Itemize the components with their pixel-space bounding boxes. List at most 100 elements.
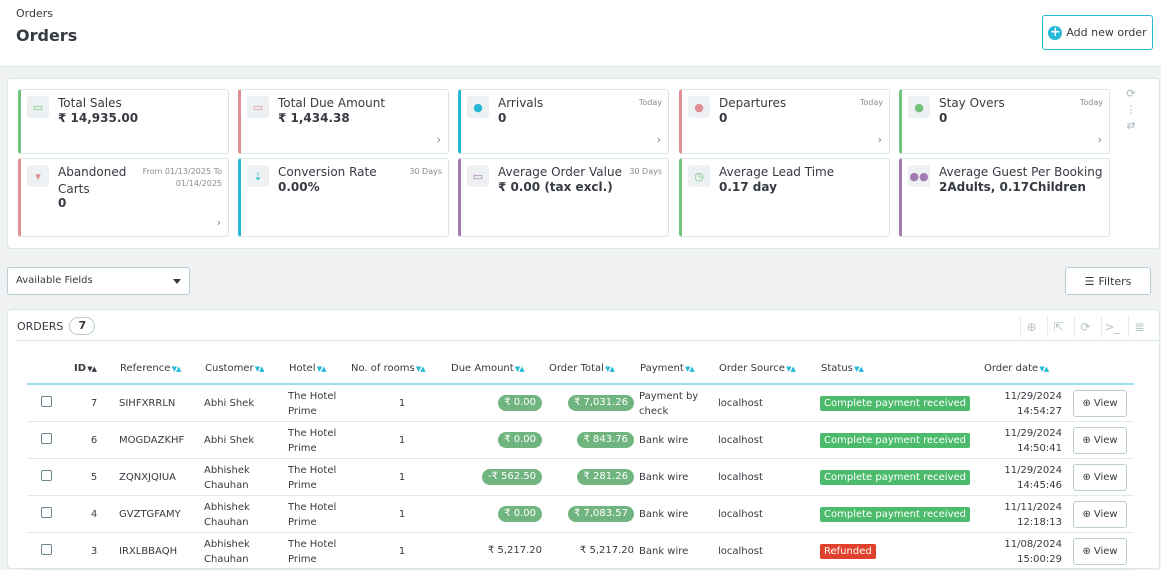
order-source: localhost <box>718 546 763 557</box>
chevron-right-icon[interactable]: › <box>878 133 882 146</box>
refresh-icon[interactable]: ⟳ <box>1123 86 1139 102</box>
add-new-order-button[interactable]: + Add new order <box>1042 15 1153 50</box>
row-checkbox[interactable] <box>41 470 52 481</box>
column-header-rooms[interactable]: No. of rooms ▼▲ <box>351 363 426 374</box>
table-row[interactable]: 4 GVZTGFAMY Abhishek Chauhan The Hotel Prim… <box>27 496 1134 533</box>
view-order-button[interactable]: ⊕ View <box>1073 390 1127 417</box>
due-amount: ₹ 0.00 <box>447 506 542 522</box>
due-amount-value: ₹ 5,217.20 <box>487 545 542 556</box>
chevron-right-icon[interactable]: › <box>657 133 661 146</box>
sort-arrows-icon[interactable]: ▼▲ <box>1038 365 1049 373</box>
export-icon[interactable]: ⇱ <box>1047 317 1069 337</box>
table-row[interactable]: 7 SIHFXRRLN Abhi Shek The Hotel Prime 1 ₹ 0.0… <box>27 385 1134 422</box>
order-source: localhost <box>718 472 763 483</box>
zoom-in-icon: ⊕ <box>1082 472 1091 483</box>
sort-icon: ⇣ <box>247 165 269 187</box>
column-label: No. of rooms <box>351 363 415 374</box>
column-header-id[interactable]: ID ▼▲ <box>74 363 97 374</box>
refresh-list-icon[interactable]: ⟳ <box>1074 317 1096 337</box>
chevron-right-icon[interactable]: › <box>437 133 441 146</box>
column-label: Reference <box>120 363 171 374</box>
chevron-right-icon[interactable]: › <box>217 216 221 229</box>
order-time: 14:50:41 <box>1017 443 1062 454</box>
order-source: localhost <box>718 435 763 446</box>
column-header-order-date[interactable]: Order date ▼▲ <box>984 363 1049 374</box>
kpi-card[interactable]: ● Departures 0 Today › <box>679 89 890 154</box>
cart-icon: ▾ <box>27 165 49 187</box>
column-label: Due Amount <box>451 363 514 374</box>
column-header-reference[interactable]: Reference ▼▲ <box>120 363 182 374</box>
hotel-name: The Hotel Prime <box>288 428 337 454</box>
order-total-value: ₹ 5,217.20 <box>579 545 634 556</box>
add-new-order-label: Add new order <box>1066 26 1147 39</box>
hotel-name: The Hotel Prime <box>288 391 337 417</box>
database-icon[interactable]: ≣ <box>1128 317 1150 337</box>
kpi-card[interactable]: ▾ Abandoned Carts 0 From 01/13/2025 To 01/1… <box>18 158 229 237</box>
column-header-hotel[interactable]: Hotel ▼▲ <box>289 363 327 374</box>
column-header-payment[interactable]: Payment ▼▲ <box>640 363 695 374</box>
order-reference: IRXLBBAQH <box>119 546 178 557</box>
rooms-count: 1 <box>398 546 406 557</box>
filters-label: Filters <box>1098 274 1132 288</box>
kpi-period: 30 Days <box>409 167 442 176</box>
column-header-customer[interactable]: Customer ▼▲ <box>205 363 265 374</box>
payment-method: Bank wire <box>639 435 689 446</box>
filters-button[interactable]: ☰ Filters <box>1065 267 1151 295</box>
view-order-button[interactable]: ⊕ View <box>1073 501 1127 528</box>
breadcrumb[interactable]: Orders <box>16 7 53 20</box>
sort-arrows-icon[interactable]: ▼▲ <box>514 365 525 373</box>
sort-arrows-icon[interactable]: ▼▲ <box>684 365 695 373</box>
row-checkbox[interactable] <box>41 433 52 444</box>
row-checkbox[interactable] <box>41 396 52 407</box>
order-time: 15:00:29 <box>1017 554 1062 565</box>
view-order-button[interactable]: ⊕ View <box>1073 538 1127 565</box>
sql-query-icon[interactable]: >_ <box>1101 317 1123 337</box>
kpi-title: Arrivals <box>498 96 544 110</box>
zoom-in-icon: ⊕ <box>1082 509 1091 520</box>
available-fields-select[interactable]: Available Fields <box>7 267 190 295</box>
more-vertical-icon[interactable]: ⋮ <box>1123 102 1139 118</box>
kpi-card[interactable]: ● Arrivals 0 Today › <box>458 89 669 154</box>
sort-arrows-icon[interactable]: ▼▲ <box>785 365 796 373</box>
chevron-right-icon[interactable]: › <box>1098 133 1102 146</box>
table-row[interactable]: 3 IRXLBBAQH Abhishek Chauhan The Hotel Prim… <box>27 533 1134 570</box>
sort-arrows-icon[interactable]: ▼▲ <box>316 365 327 373</box>
add-icon[interactable]: ⊕ <box>1020 317 1042 337</box>
table-row[interactable]: 6 MOGDAZKHF Abhi Shek The Hotel Prime 1 ₹ 0.0… <box>27 422 1134 459</box>
row-checkbox[interactable] <box>41 544 52 555</box>
kpi-card: ▭ Total Sales ₹ 14,935.00 <box>18 89 229 154</box>
kpi-value: ₹ 0.00 (tax excl.) <box>498 180 613 194</box>
status-label: Complete payment received <box>820 507 970 522</box>
view-label: View <box>1093 435 1118 446</box>
user-icon: ● <box>908 96 930 118</box>
column-header-due-amount[interactable]: Due Amount ▼▲ <box>451 363 525 374</box>
column-header-order-total[interactable]: Order Total ▼▲ <box>549 363 615 374</box>
kpi-card[interactable]: ▭ Total Due Amount ₹ 1,434.38 › <box>238 89 449 154</box>
order-date: 11/29/2024 <box>1004 428 1062 439</box>
order-total-value: ₹ 281.26 <box>577 469 634 485</box>
payment-method: Bank wire <box>639 472 689 483</box>
order-date: 11/29/2024 <box>1004 391 1062 402</box>
sort-arrows-icon[interactable]: ▼▲ <box>604 365 615 373</box>
sort-arrows-icon[interactable]: ▼▲ <box>853 365 864 373</box>
zoom-in-icon: ⊕ <box>1082 435 1091 446</box>
kpi-panel: ▭ Total Sales ₹ 14,935.00 ▭ Total Due Amount… <box>7 78 1160 249</box>
kpi-period: Today <box>1079 98 1103 107</box>
view-order-button[interactable]: ⊕ View <box>1073 427 1127 454</box>
status-badge: Complete payment received <box>820 470 970 485</box>
column-header-status[interactable]: Status ▼▲ <box>821 363 864 374</box>
status-badge: Complete payment received <box>820 507 970 522</box>
swap-icon[interactable]: ⇄ <box>1123 118 1139 134</box>
sort-arrows-icon[interactable]: ▼▲ <box>170 365 182 373</box>
column-header-order-source[interactable]: Order Source ▼▲ <box>719 363 796 374</box>
kpi-value: ₹ 14,935.00 <box>58 111 139 125</box>
table-row[interactable]: 5 ZQNXJQIUA Abhishek Chauhan The Hotel Prim… <box>27 459 1134 496</box>
sort-arrows-icon[interactable]: ▼▲ <box>86 365 97 373</box>
view-order-button[interactable]: ⊕ View <box>1073 464 1127 491</box>
kpi-card[interactable]: ● Stay Overs 0 Today › <box>899 89 1110 154</box>
status-label: Refunded <box>820 544 876 559</box>
row-checkbox[interactable] <box>41 507 52 518</box>
sort-arrows-icon[interactable]: ▼▲ <box>415 365 426 373</box>
money-icon: ▭ <box>467 165 489 187</box>
sort-arrows-icon[interactable]: ▼▲ <box>254 365 265 373</box>
